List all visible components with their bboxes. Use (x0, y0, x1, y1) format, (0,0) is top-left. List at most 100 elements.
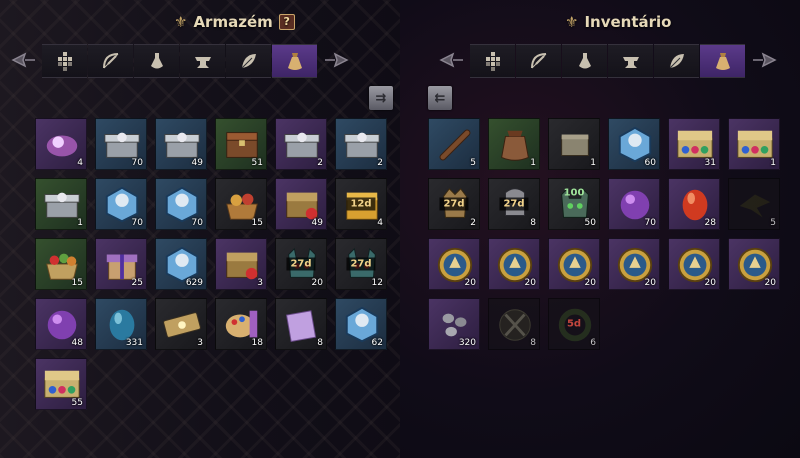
tab-anvil[interactable] (180, 44, 225, 78)
storage-slot[interactable]: 4 (35, 118, 87, 170)
storage-sort-button[interactable]: ⇉ (369, 86, 393, 110)
tab-all-items[interactable] (470, 44, 515, 78)
tab-leaf[interactable] (226, 44, 271, 78)
inventory-slot[interactable]: 20 (488, 238, 540, 290)
inventory-tab-bar (434, 44, 782, 78)
storage-slot[interactable]: 2 (275, 118, 327, 170)
item-count: 70 (131, 218, 143, 228)
storage-slot[interactable]: 49 (275, 178, 327, 230)
storage-slot[interactable]: 3 (215, 238, 267, 290)
inventory-slot[interactable]: 1 (548, 118, 600, 170)
inventory-slot[interactable]: 20 (608, 238, 660, 290)
leaf-icon (241, 54, 256, 69)
item-count: 1 (530, 158, 536, 168)
silver-box-icon (284, 132, 320, 158)
storage-slot[interactable]: 8 (275, 298, 327, 350)
help-button[interactable]: ? (278, 14, 295, 30)
storage-slot[interactable]: 48 (35, 298, 87, 350)
inventory-slot[interactable]: 100 50 (548, 178, 600, 230)
storage-slot[interactable]: 49 (155, 118, 207, 170)
fleur-de-lis-icon: ⚜ (565, 13, 579, 31)
inventory-slot[interactable]: 31 (668, 118, 720, 170)
inventory-slot[interactable]: 5 (428, 118, 480, 170)
bow-icon (530, 53, 546, 69)
anvil-icon (622, 57, 639, 68)
item-count: 5 (470, 158, 476, 168)
storage-slot[interactable]: 15 (35, 238, 87, 290)
storage-header: ⚜ Armazém ? (174, 10, 295, 34)
item-count: 51 (251, 158, 263, 168)
item-count: 70 (191, 218, 203, 228)
storage-slot[interactable]: 12d 4 (335, 178, 387, 230)
storage-slot[interactable]: 70 (155, 178, 207, 230)
potion-icon (578, 53, 591, 69)
all-items-icon (57, 52, 72, 71)
inventory-slot[interactable]: 27d 8 (488, 178, 540, 230)
inventory-slot[interactable]: 5 (728, 178, 780, 230)
inventory-slot[interactable]: 70 (608, 178, 660, 230)
inventory-slot[interactable]: 8 (488, 298, 540, 350)
tab-all-items[interactable] (42, 44, 87, 78)
storage-slot[interactable]: 70 (95, 178, 147, 230)
storage-slot[interactable]: 51 (215, 118, 267, 170)
inventory-slot[interactable]: 1 (488, 118, 540, 170)
inventory-slot[interactable]: 20 (668, 238, 720, 290)
storage-slot[interactable]: 15 (215, 178, 267, 230)
item-count: 1 (770, 158, 776, 168)
storage-tabs (42, 44, 318, 78)
inventory-slot[interactable]: 28 (668, 178, 720, 230)
storage-tab-bar (6, 44, 354, 78)
item-count: 20 (584, 278, 596, 288)
storage-slot[interactable]: 3 (155, 298, 207, 350)
gold-ticket-icon (163, 312, 201, 338)
bag-icon (287, 53, 302, 70)
storage-slot[interactable]: 1 (35, 178, 87, 230)
inventory-header: ⚜ Inventário (565, 10, 671, 34)
tab-potion[interactable] (562, 44, 607, 78)
storage-slot[interactable]: 70 (95, 118, 147, 170)
item-count: 2 (377, 158, 383, 168)
item-count: 4 (77, 158, 83, 168)
tab-bow[interactable] (516, 44, 561, 78)
potion-icon (150, 53, 163, 69)
inventory-slot[interactable]: 20 (728, 238, 780, 290)
storage-slot[interactable]: 18 (215, 298, 267, 350)
inventory-sort-button[interactable]: ⇇ (428, 86, 452, 110)
item-count: 1 (590, 158, 596, 168)
item-count: 70 (644, 218, 656, 228)
inventory-slot[interactable]: 20 (428, 238, 480, 290)
storage-slot[interactable]: 27d 20 (275, 238, 327, 290)
storage-slot[interactable]: 27d 12 (335, 238, 387, 290)
tab-potion[interactable] (134, 44, 179, 78)
item-count: 8 (530, 218, 536, 228)
inventory-slot[interactable]: 1 (728, 118, 780, 170)
inventory-slot[interactable]: 5d 6 (548, 298, 600, 350)
ornament-arrow-icon (325, 52, 349, 68)
storage-slot[interactable]: 55 (35, 358, 87, 410)
item-count: 50 (584, 218, 596, 228)
storage-slot[interactable]: 62 (335, 298, 387, 350)
treasure-chest-icon (226, 252, 258, 280)
storage-slot[interactable]: 2 (335, 118, 387, 170)
inventory-slot[interactable]: 27d 2 (428, 178, 480, 230)
leather-pouch-icon (501, 130, 529, 161)
silver-box-icon (44, 192, 80, 218)
tab-bow[interactable] (88, 44, 133, 78)
item-count: 12 (371, 278, 383, 288)
storage-slot[interactable]: 25 (95, 238, 147, 290)
item-count: 2 (470, 218, 476, 228)
inventory-slot[interactable]: 60 (608, 118, 660, 170)
inventory-slot[interactable]: 20 (548, 238, 600, 290)
ornament-arrow-icon (439, 52, 463, 68)
tab-leaf[interactable] (654, 44, 699, 78)
tab-bag[interactable] (700, 44, 745, 78)
leaf-icon (669, 54, 684, 69)
tab-anvil[interactable] (608, 44, 653, 78)
fleur-de-lis-icon: ⚜ (174, 13, 188, 31)
inventory-tab-left-cap (434, 44, 470, 76)
storage-slot[interactable]: 331 (95, 298, 147, 350)
storage-slot[interactable]: 629 (155, 238, 207, 290)
tab-bag[interactable] (272, 44, 317, 78)
inventory-slot[interactable]: 320 (428, 298, 480, 350)
bow-icon (102, 53, 118, 69)
